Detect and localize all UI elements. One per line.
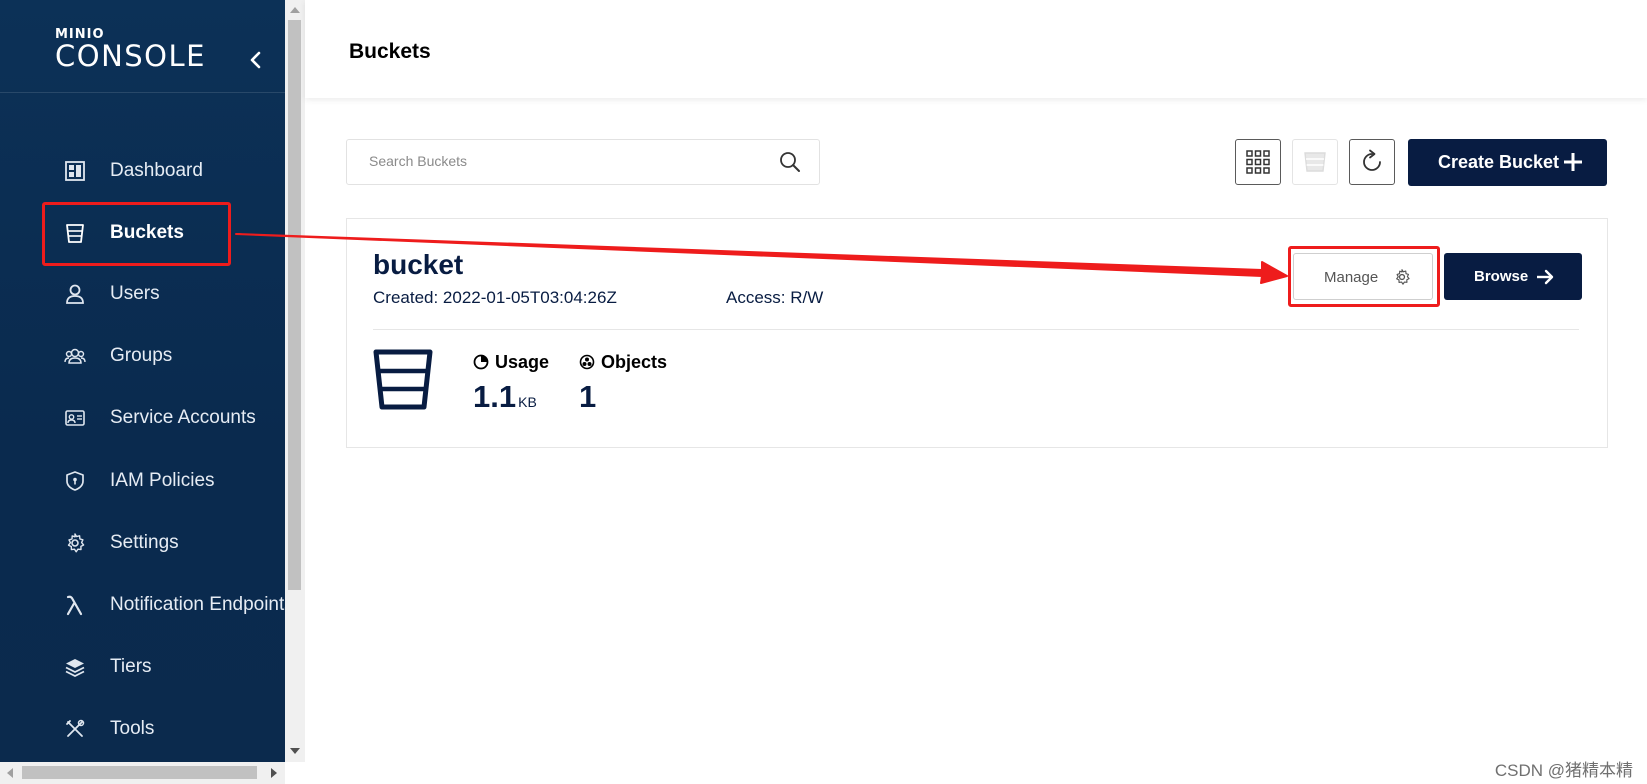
- collapse-sidebar-button[interactable]: [246, 48, 266, 72]
- sidebar-item-buckets[interactable]: Buckets: [0, 212, 285, 252]
- id-card-icon: [65, 410, 85, 426]
- create-bucket-button[interactable]: Create Bucket: [1408, 139, 1607, 186]
- sidebar-item-settings[interactable]: Settings: [0, 522, 285, 562]
- objects-value: 1: [579, 379, 597, 414]
- refresh-icon: [1363, 149, 1381, 171]
- layers-icon: [65, 659, 85, 678]
- gear-icon: [67, 533, 85, 553]
- chevron-left-icon: [250, 51, 261, 69]
- sidebar-horizontal-scrollbar[interactable]: [0, 762, 285, 784]
- sidebar-item-iam-policies[interactable]: IAM Policies: [0, 460, 285, 500]
- vertical-scroll-thumb[interactable]: [288, 20, 301, 590]
- sidebar-item-notification-endpoints[interactable]: Notification Endpoints: [0, 584, 285, 624]
- watermark: CSDN @猪精本精: [1494, 761, 1633, 780]
- bucket-card[interactable]: bucket Created: 2022-01-05T03:04:26Z Acc…: [346, 218, 1608, 448]
- sidebar-item-label: Settings: [110, 532, 179, 553]
- gear-icon: [1396, 269, 1410, 285]
- horizontal-scroll-thumb[interactable]: [22, 766, 257, 779]
- scroll-right-arrow-icon: [271, 768, 277, 778]
- search-icon[interactable]: [779, 151, 801, 173]
- lambda-icon: [66, 595, 83, 616]
- scroll-up-arrow-icon: [290, 7, 300, 13]
- bucket-name[interactable]: bucket: [373, 249, 463, 281]
- bucket-access: Access: R/W: [726, 288, 824, 307]
- create-bucket-label: Create Bucket: [1438, 152, 1560, 172]
- sidebar-item-label: Tools: [110, 718, 155, 739]
- sidebar-item-tools[interactable]: Tools: [0, 708, 285, 748]
- sidebar-item-label: Buckets: [110, 222, 184, 243]
- shield-icon: [66, 471, 84, 491]
- card-divider: [373, 329, 1579, 330]
- dashboard-icon: [65, 161, 85, 181]
- objects-label: Objects: [579, 352, 667, 373]
- bucket-icon: [66, 224, 84, 243]
- sidebar: MINIO CONSOLE Dashboard Buckets Users Gr…: [0, 0, 285, 762]
- sidebar-item-label: Groups: [110, 345, 173, 366]
- browse-label: Browse: [1474, 268, 1529, 285]
- tools-icon: [66, 719, 85, 737]
- search-buckets-field[interactable]: [346, 139, 820, 185]
- groups-icon: [64, 348, 86, 364]
- plus-icon: [1564, 153, 1582, 171]
- sidebar-item-label: Users: [110, 283, 160, 304]
- sidebar-item-label: Service Accounts: [110, 407, 256, 428]
- delete-buckets-button[interactable]: [1292, 139, 1338, 185]
- page-title: Buckets: [349, 40, 431, 63]
- user-icon: [66, 284, 84, 304]
- sidebar-item-tiers[interactable]: Tiers: [0, 646, 285, 686]
- grid-view-button[interactable]: [1235, 139, 1281, 185]
- sidebar-item-label: Tiers: [110, 656, 152, 677]
- scroll-down-arrow-icon: [290, 748, 300, 754]
- sidebar-item-groups[interactable]: Groups: [0, 335, 285, 375]
- browse-button[interactable]: Browse: [1444, 253, 1582, 300]
- manage-button[interactable]: Manage: [1293, 253, 1433, 300]
- search-input[interactable]: [367, 152, 771, 170]
- usage-label: Usage: [473, 352, 549, 373]
- pie-chart-icon: [473, 354, 489, 370]
- sidebar-item-service-accounts[interactable]: Service Accounts: [0, 397, 285, 437]
- scroll-left-arrow-icon: [7, 768, 13, 778]
- sidebar-item-label: Notification Endpoints: [110, 594, 285, 615]
- bucket-stack-icon: [1304, 152, 1326, 172]
- refresh-button[interactable]: [1349, 139, 1395, 185]
- sidebar-vertical-scrollbar[interactable]: [285, 0, 305, 762]
- grid-icon: [1246, 150, 1270, 174]
- sidebar-item-label: Dashboard: [110, 160, 203, 181]
- sidebar-item-label: IAM Policies: [110, 470, 215, 491]
- manage-label: Manage: [1324, 269, 1379, 286]
- sidebar-divider: [0, 92, 285, 93]
- sidebar-item-dashboard[interactable]: Dashboard: [0, 150, 285, 190]
- usage-value: 1.1 KB: [473, 379, 537, 414]
- sidebar-item-users[interactable]: Users: [0, 273, 285, 313]
- usage-unit: KB: [518, 394, 537, 410]
- bucket-icon: [373, 349, 433, 410]
- objects-icon: [579, 354, 595, 370]
- bucket-created: Created: 2022-01-05T03:04:26Z: [373, 288, 617, 307]
- page-header: Buckets: [305, 0, 1647, 98]
- arrow-right-icon: [1537, 269, 1554, 285]
- minio-console-logo: MINIO CONSOLE: [55, 27, 206, 73]
